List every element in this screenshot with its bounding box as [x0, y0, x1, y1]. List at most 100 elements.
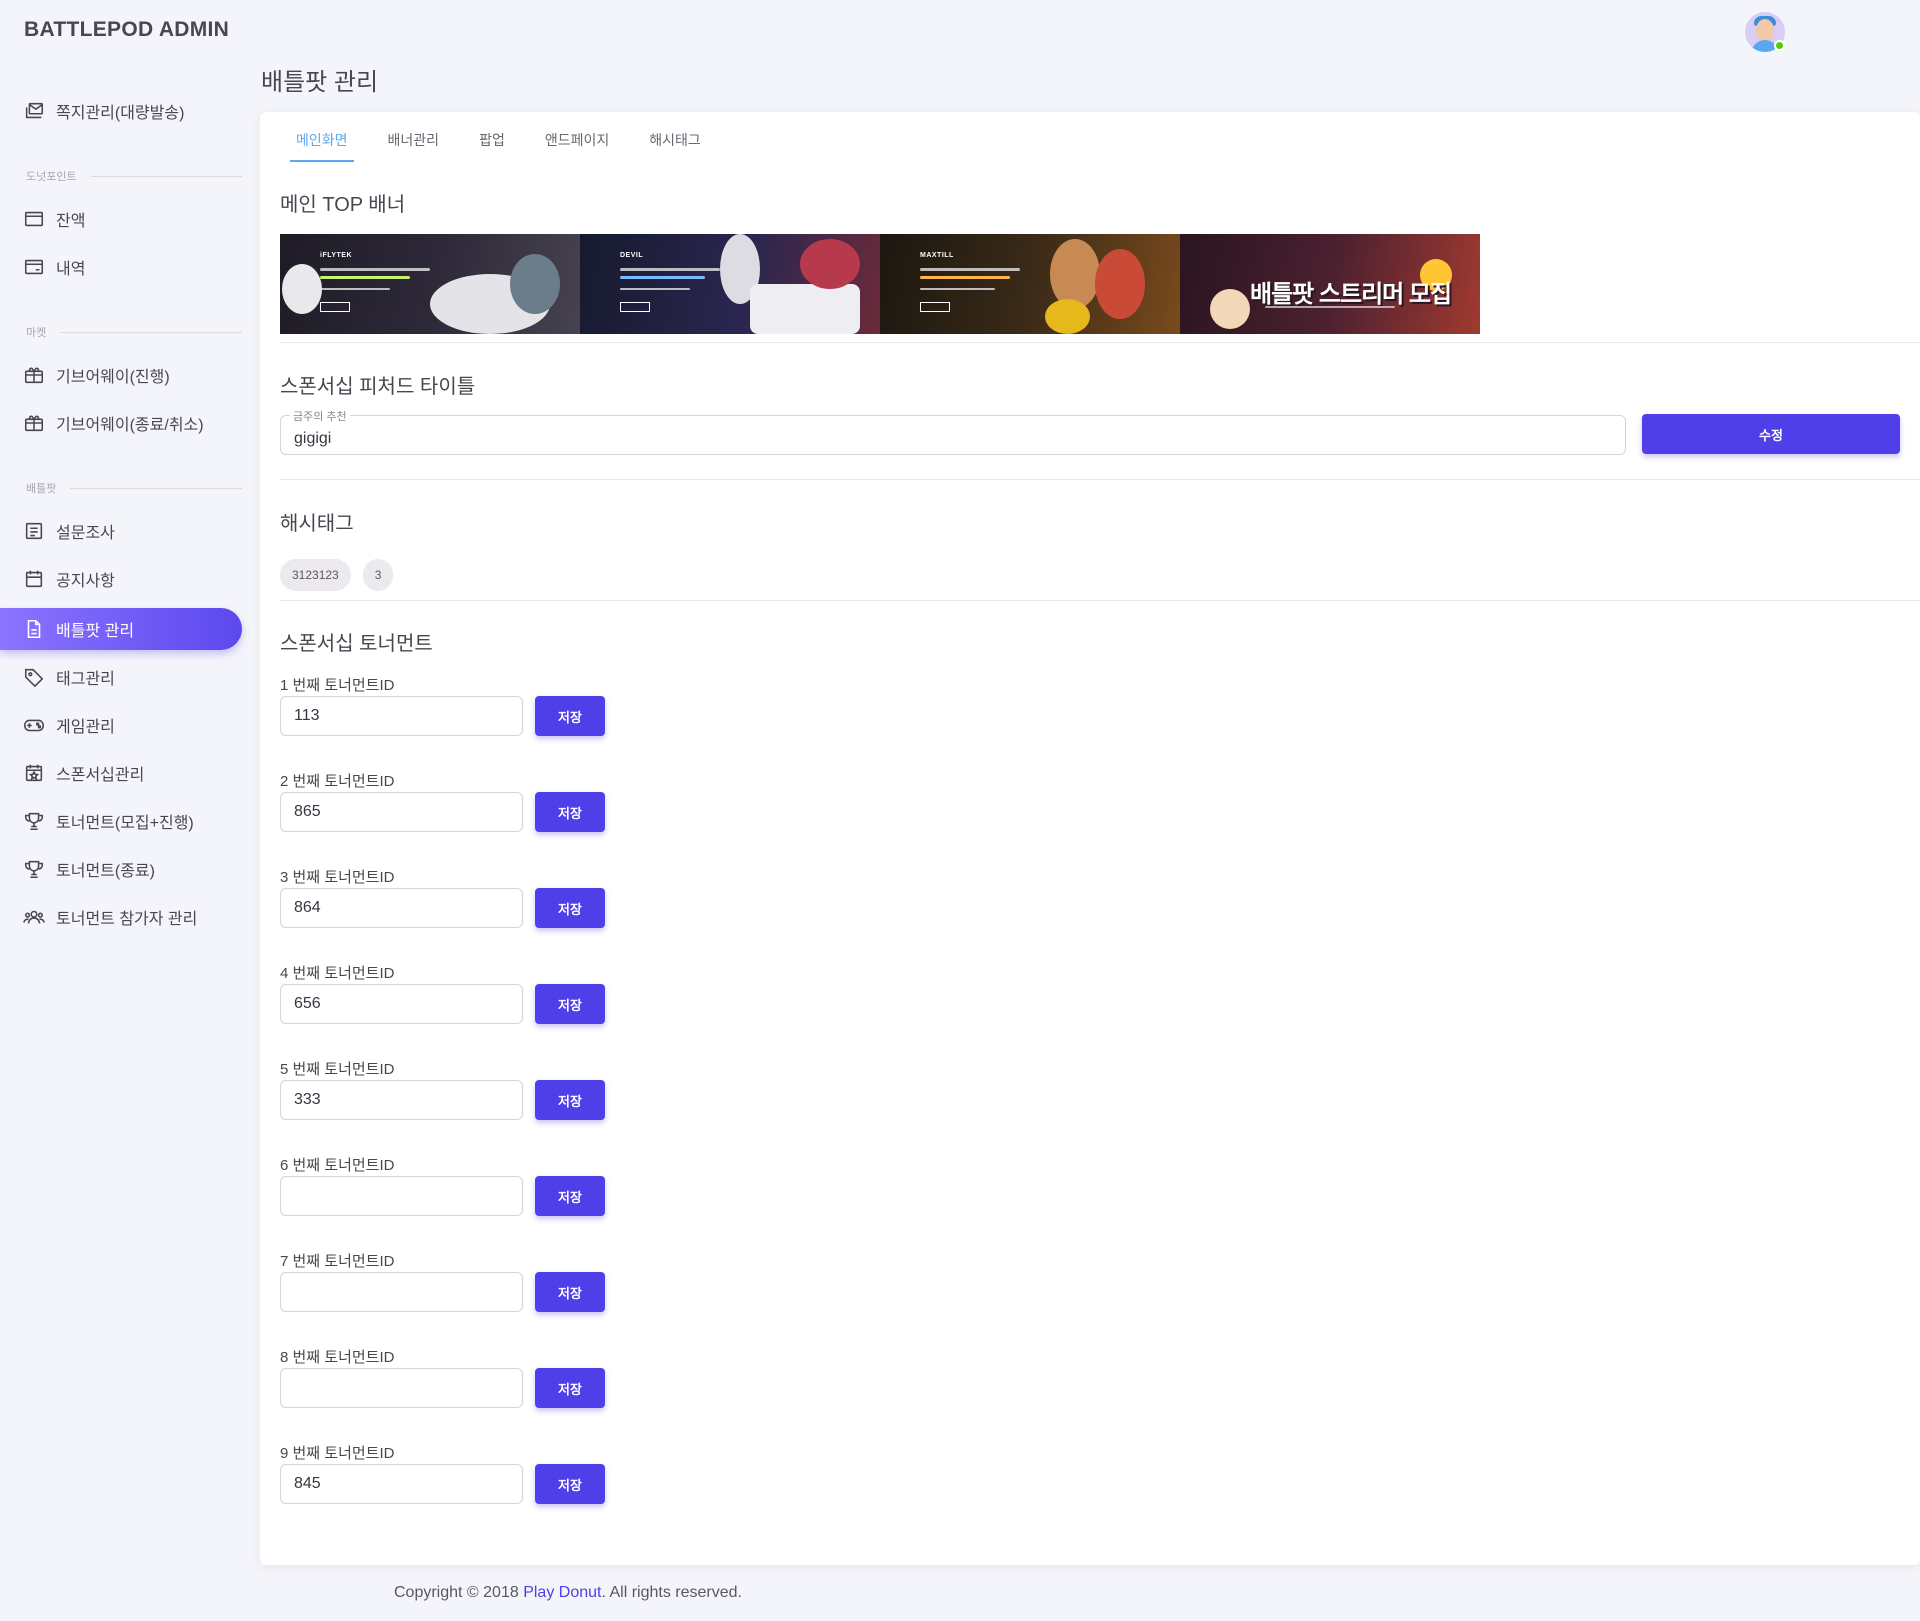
sidebar-item-notice[interactable]: 공지사항	[0, 558, 242, 600]
footer: Copyright © 2018 Play Donut. All rights …	[394, 1584, 742, 1602]
section-header-market: 마켓	[26, 324, 242, 340]
sidebar-item-survey[interactable]: 설문조사	[0, 510, 242, 552]
save-button[interactable]: 저장	[535, 1368, 605, 1408]
sidebar-item-history[interactable]: 내역	[0, 246, 242, 288]
section-divider	[280, 342, 1920, 343]
page-title: 배틀팟 관리	[261, 69, 379, 96]
online-status-dot	[1774, 40, 1785, 51]
banner-strip[interactable]: iFLYTEK DEVIL MAXTILL 배틀팟 스트리머 모집	[280, 234, 1480, 334]
avatar-face	[1756, 19, 1774, 41]
section-divider	[280, 600, 1920, 601]
sidebar-item-giveaway-ongoing[interactable]: 기브어웨이(진행)	[0, 354, 242, 396]
sidebar-item-label: 스폰서십관리	[56, 767, 145, 784]
tournament-id-label: 7 번째 토너먼트ID	[280, 1253, 395, 1270]
tab-banner-manage[interactable]: 배너관리	[368, 122, 460, 162]
banner-brand: DEVIL	[620, 252, 644, 259]
trophy-icon	[22, 809, 46, 833]
tournament-id-label: 5 번째 토너먼트ID	[280, 1061, 395, 1078]
save-button[interactable]: 저장	[535, 792, 605, 832]
sidebar-item-tag-manage[interactable]: 태그관리	[0, 656, 242, 698]
tournament-row: 7 번째 토너먼트ID 저장	[280, 1250, 620, 1322]
sidebar-item-tournament-ended[interactable]: 토너먼트(종료)	[0, 848, 242, 890]
save-button[interactable]: 저장	[535, 696, 605, 736]
tournament-row: 2 번째 토너먼트ID 저장	[280, 770, 620, 842]
featured-title-input[interactable]	[281, 416, 1625, 454]
gift-icon	[22, 411, 46, 435]
save-button[interactable]: 저장	[535, 1080, 605, 1120]
group-icon	[22, 905, 46, 929]
sidebar-item-label: 게임관리	[56, 719, 115, 736]
sidebar-item-sponsorship-manage[interactable]: 스폰서십관리	[0, 752, 242, 794]
gift-icon	[22, 363, 46, 387]
save-button[interactable]: 저장	[535, 984, 605, 1024]
save-button[interactable]: 저장	[535, 1464, 605, 1504]
tournament-id-input[interactable]	[280, 1080, 523, 1120]
tournament-row: 3 번째 토너먼트ID 저장	[280, 866, 620, 938]
banner-cta	[320, 302, 350, 312]
tournament-id-input[interactable]	[280, 1464, 523, 1504]
sidebar-item-label: 토너먼트(모집+진행)	[56, 815, 194, 832]
tournament-row: 6 번째 토너먼트ID 저장	[280, 1154, 620, 1226]
sidebar-item-label: 기브어웨이(진행)	[56, 369, 170, 386]
featured-title-field[interactable]: 금주의 추천	[280, 408, 1626, 455]
sidebar-item-label: 토너먼트(종료)	[56, 863, 155, 880]
save-button[interactable]: 저장	[535, 888, 605, 928]
tournament-id-label: 3 번째 토너먼트ID	[280, 869, 395, 886]
footer-rights: . All rights reserved.	[601, 1584, 742, 1601]
banner-cta	[920, 302, 950, 312]
sidebar-item-bulk-message[interactable]: 쪽지관리(대량발송)	[0, 90, 242, 132]
sidebar-item-game-manage[interactable]: 게임관리	[0, 704, 242, 746]
featured-title-label: 금주의 추천	[290, 408, 350, 424]
hashtag-chip[interactable]: 3	[362, 559, 394, 591]
tournament-row: 9 번째 토너먼트ID 저장	[280, 1442, 620, 1514]
banner-image[interactable]: iFLYTEK	[280, 234, 580, 334]
tournament-id-input[interactable]	[280, 1368, 523, 1408]
hashtag-chip[interactable]: 3123123	[280, 559, 351, 591]
banner-image[interactable]: 배틀팟 스트리머 모집	[1180, 234, 1480, 334]
tab-hashtag[interactable]: 해시태그	[629, 122, 721, 162]
survey-icon	[22, 519, 46, 543]
section-header-donut-point: 도넛포인트	[26, 168, 242, 184]
sidebar-item-battlepod-manage[interactable]: 배틀팟 관리	[0, 608, 242, 650]
tournament-id-input[interactable]	[280, 696, 523, 736]
banner-image[interactable]: DEVIL	[580, 234, 880, 334]
calendar-icon	[22, 567, 46, 591]
tournament-id-input[interactable]	[280, 792, 523, 832]
tournament-id-input[interactable]	[280, 984, 523, 1024]
tab-end-page[interactable]: 앤드페이지	[525, 122, 629, 162]
sidebar-item-tournament-ongoing[interactable]: 토너먼트(모집+진행)	[0, 800, 242, 842]
tournament-id-input[interactable]	[280, 888, 523, 928]
app-title: BATTLEPOD ADMIN	[24, 18, 230, 41]
tournament-id-input[interactable]	[280, 1176, 523, 1216]
banner-brand: iFLYTEK	[320, 252, 353, 259]
tournament-id-input[interactable]	[280, 1272, 523, 1312]
trophy-icon	[22, 857, 46, 881]
sidebar-item-label: 태그관리	[56, 671, 115, 688]
wallet-icon	[22, 207, 46, 231]
footer-link-play-donut[interactable]: Play Donut	[523, 1584, 601, 1601]
tab-popup[interactable]: 팝업	[459, 122, 525, 162]
banner-headline: 배틀팟 스트리머 모집	[1250, 281, 1452, 308]
main-card: 메인화면 배너관리 팝업 앤드페이지 해시태그 메인 TOP 배너 iFLYTE…	[260, 112, 1920, 1565]
tournament-row: 5 번째 토너먼트ID 저장	[280, 1058, 620, 1130]
tab-main-screen[interactable]: 메인화면	[276, 122, 368, 162]
sidebar-item-balance[interactable]: 잔액	[0, 198, 242, 240]
tag-icon	[22, 665, 46, 689]
sidebar-item-label: 공지사항	[56, 573, 115, 590]
mail-stack-icon	[22, 99, 46, 123]
hashtag-chip-list: 3123123 3	[280, 559, 394, 591]
save-button[interactable]: 저장	[535, 1272, 605, 1312]
tournament-row: 1 번째 토너먼트ID 저장	[280, 674, 620, 746]
banner-brand: MAXTILL	[920, 252, 954, 259]
sidebar-item-giveaway-ended[interactable]: 기브어웨이(종료/취소)	[0, 402, 242, 444]
section-title-top-banner: 메인 TOP 배너	[280, 194, 406, 216]
banner-image[interactable]: MAXTILL	[880, 234, 1180, 334]
tournament-id-label: 1 번째 토너먼트ID	[280, 677, 395, 694]
tournament-id-label: 4 번째 토너먼트ID	[280, 965, 395, 982]
save-button[interactable]: 저장	[535, 1176, 605, 1216]
receipt-icon	[22, 255, 46, 279]
sidebar-item-label: 설문조사	[56, 525, 115, 542]
sidebar-item-tournament-participants[interactable]: 토너먼트 참가자 관리	[0, 896, 242, 938]
edit-button[interactable]: 수정	[1642, 414, 1900, 454]
document-icon	[22, 617, 46, 641]
